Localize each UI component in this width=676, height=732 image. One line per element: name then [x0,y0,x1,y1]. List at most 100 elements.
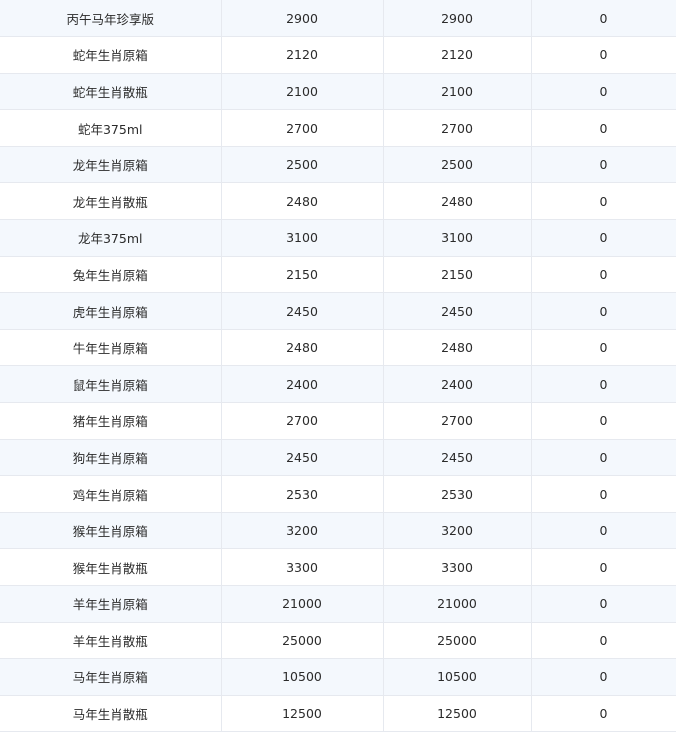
product-name-cell: 龙年生肖散瓶 [0,182,222,221]
price-cell-secondary: 2900 [383,0,532,38]
product-name-cell: 马年生肖散瓶 [0,695,222,732]
change-cell: 0 [531,622,676,660]
price-cell: 2480 [221,182,384,221]
price-cell: 2700 [221,109,384,147]
price-cell-secondary: 2450 [383,439,532,477]
price-cell-secondary: 2480 [383,182,532,221]
change-cell: 0 [531,329,676,367]
table-row: 虎年生肖原箱 2450 2450 0 [0,292,676,330]
table-row: 鼠年生肖原箱 2400 2400 0 [0,365,676,404]
product-name-cell: 狗年生肖原箱 [0,439,222,477]
table-row: 鸡年生肖原箱 2530 2530 0 [0,475,676,513]
price-cell-secondary: 2120 [383,36,532,74]
change-cell: 0 [531,548,676,586]
price-cell: 2450 [221,439,384,477]
price-cell: 2900 [221,0,384,38]
price-cell-secondary: 2700 [383,402,532,440]
product-name-cell: 蛇年375ml [0,109,222,147]
product-name-cell: 牛年生肖原箱 [0,329,222,367]
table-row: 兔年生肖原箱 2150 2150 0 [0,256,676,294]
change-cell: 0 [531,182,676,221]
price-cell-secondary: 2480 [383,329,532,367]
price-cell-secondary: 3100 [383,219,532,257]
table-row: 猴年生肖原箱 3200 3200 0 [0,512,676,550]
change-cell: 0 [531,256,676,294]
change-cell: 0 [531,219,676,257]
change-cell: 0 [531,365,676,404]
price-cell: 2150 [221,256,384,294]
table-row: 马年生肖原箱 10500 10500 0 [0,658,676,696]
change-cell: 0 [531,658,676,696]
price-cell: 3200 [221,512,384,550]
change-cell: 0 [531,439,676,477]
price-cell: 10500 [221,658,384,696]
table-row: 丙午马年珍享版 2900 2900 0 [0,0,676,38]
price-cell: 2700 [221,402,384,440]
table-row: 马年生肖散瓶 12500 12500 0 [0,695,676,732]
price-cell: 2400 [221,365,384,404]
product-name-cell: 猪年生肖原箱 [0,402,222,440]
price-cell-secondary: 21000 [383,585,532,623]
price-cell: 2530 [221,475,384,513]
change-cell: 0 [531,0,676,38]
price-cell: 21000 [221,585,384,623]
table-row: 猪年生肖原箱 2700 2700 0 [0,402,676,440]
price-cell: 2450 [221,292,384,330]
product-name-cell: 蛇年生肖散瓶 [0,73,222,111]
product-name-cell: 丙午马年珍享版 [0,0,222,38]
price-cell: 2120 [221,36,384,74]
product-name-cell: 虎年生肖原箱 [0,292,222,330]
product-name-cell: 羊年生肖散瓶 [0,622,222,660]
price-cell-secondary: 3200 [383,512,532,550]
price-table-body: 丙午马年珍享版 2900 2900 0 蛇年生肖原箱 2120 2120 0 蛇年生肖散瓶 210… [0,0,676,732]
price-cell-secondary: 10500 [383,658,532,696]
price-cell-secondary: 2150 [383,256,532,294]
table-row: 龙年生肖原箱 2500 2500 0 [0,146,676,184]
change-cell: 0 [531,695,676,732]
price-cell: 25000 [221,622,384,660]
product-name-cell: 蛇年生肖原箱 [0,36,222,74]
price-cell: 12500 [221,695,384,732]
table-row: 羊年生肖原箱 21000 21000 0 [0,585,676,623]
change-cell: 0 [531,475,676,513]
price-cell: 3300 [221,548,384,586]
table-row: 龙年375ml 3100 3100 0 [0,219,676,257]
product-name-cell: 羊年生肖原箱 [0,585,222,623]
product-name-cell: 兔年生肖原箱 [0,256,222,294]
price-cell: 3100 [221,219,384,257]
product-name-cell: 鼠年生肖原箱 [0,365,222,404]
change-cell: 0 [531,292,676,330]
price-cell: 2100 [221,73,384,111]
product-name-cell: 猴年生肖散瓶 [0,548,222,586]
price-cell-secondary: 2700 [383,109,532,147]
product-name-cell: 龙年375ml [0,219,222,257]
table-row: 牛年生肖原箱 2480 2480 0 [0,329,676,367]
change-cell: 0 [531,402,676,440]
change-cell: 0 [531,36,676,74]
price-table-container: 丙午马年珍享版 2900 2900 0 蛇年生肖原箱 2120 2120 0 蛇年生肖散瓶 210… [0,0,676,732]
price-cell-secondary: 3300 [383,548,532,586]
table-row: 猴年生肖散瓶 3300 3300 0 [0,548,676,586]
price-cell-secondary: 2500 [383,146,532,184]
price-cell-secondary: 12500 [383,695,532,732]
product-name-cell: 马年生肖原箱 [0,658,222,696]
price-cell-secondary: 2400 [383,365,532,404]
product-name-cell: 鸡年生肖原箱 [0,475,222,513]
table-row: 羊年生肖散瓶 25000 25000 0 [0,622,676,660]
price-cell-secondary: 2530 [383,475,532,513]
change-cell: 0 [531,512,676,550]
price-cell-secondary: 2100 [383,73,532,111]
table-row: 蛇年生肖原箱 2120 2120 0 [0,36,676,74]
product-name-cell: 猴年生肖原箱 [0,512,222,550]
change-cell: 0 [531,585,676,623]
table-row: 蛇年生肖散瓶 2100 2100 0 [0,73,676,111]
price-cell-secondary: 2450 [383,292,532,330]
price-cell: 2480 [221,329,384,367]
change-cell: 0 [531,146,676,184]
price-table: 丙午马年珍享版 2900 2900 0 蛇年生肖原箱 2120 2120 0 蛇年生肖散瓶 210… [0,0,676,732]
table-row: 蛇年375ml 2700 2700 0 [0,109,676,147]
change-cell: 0 [531,73,676,111]
price-cell-secondary: 25000 [383,622,532,660]
table-row: 龙年生肖散瓶 2480 2480 0 [0,182,676,221]
change-cell: 0 [531,109,676,147]
